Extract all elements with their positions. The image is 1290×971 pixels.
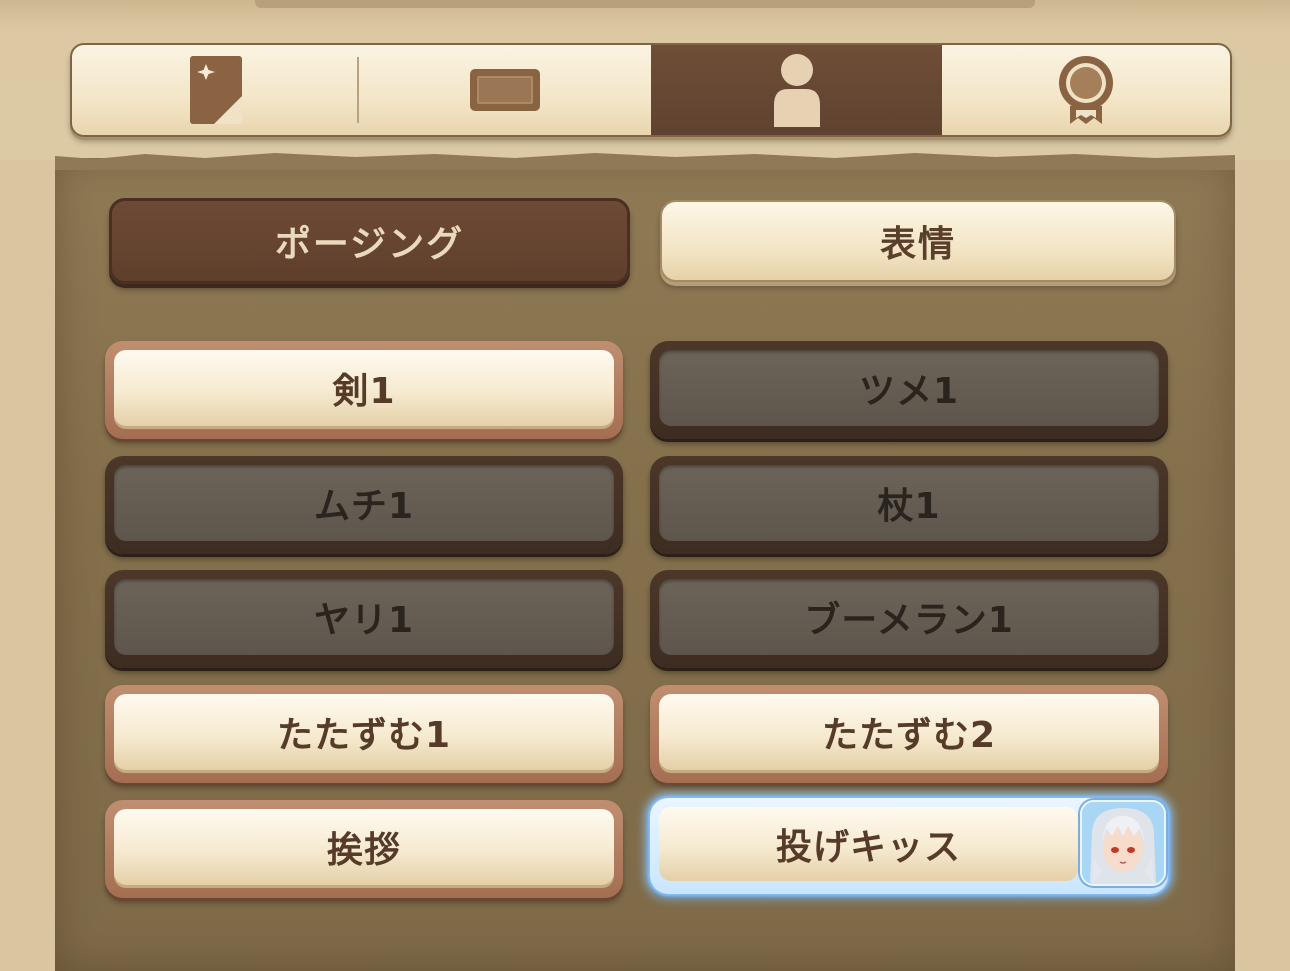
pose-label: たたずむ2 <box>659 694 1159 770</box>
pose-button-blow-kiss[interactable]: 投げキッス <box>650 798 1168 894</box>
tab-character[interactable] <box>651 45 942 135</box>
pose-button-boomerang-1[interactable]: ブーメラン1 <box>650 570 1168 668</box>
pose-button-stand-1[interactable]: たたずむ1 <box>105 685 623 783</box>
subtab-expression[interactable]: 表情 <box>660 200 1176 282</box>
pose-button-claw-1[interactable]: ツメ1 <box>650 341 1168 439</box>
subtab-posing[interactable]: ポージング <box>109 198 630 284</box>
tab-cards[interactable] <box>72 45 359 135</box>
pose-button-whip-1[interactable]: ムチ1 <box>105 456 623 554</box>
pose-label: 剣1 <box>114 350 614 426</box>
pose-button-greeting[interactable]: 挨拶 <box>105 800 623 898</box>
pose-button-spear-1[interactable]: ヤリ1 <box>105 570 623 668</box>
character-portrait-icon <box>1082 802 1164 884</box>
frame-icon <box>470 69 540 111</box>
panel-torn-edge <box>55 153 1235 170</box>
tab-achievements[interactable] <box>942 45 1230 135</box>
pose-label: ヤリ1 <box>114 579 614 655</box>
pose-label: 投げキッス <box>659 807 1078 881</box>
medal-icon <box>1059 56 1113 124</box>
character-avatar <box>1080 800 1166 886</box>
pose-button-sword-1[interactable]: 剣1 <box>105 341 623 439</box>
person-icon <box>773 54 820 127</box>
pose-label: 挨拶 <box>114 809 614 885</box>
pose-label: たたずむ1 <box>114 694 614 770</box>
category-tab-bar <box>70 43 1232 137</box>
pose-label: ブーメラン1 <box>659 579 1159 655</box>
pose-button-staff-1[interactable]: 杖1 <box>650 456 1168 554</box>
card-icon <box>189 56 242 124</box>
tab-frames[interactable] <box>359 45 651 135</box>
pose-label: ツメ1 <box>659 350 1159 426</box>
top-frame-bar <box>255 0 1035 8</box>
pose-button-stand-2[interactable]: たたずむ2 <box>650 685 1168 783</box>
pose-label: 杖1 <box>659 465 1159 541</box>
pose-label: ムチ1 <box>114 465 614 541</box>
